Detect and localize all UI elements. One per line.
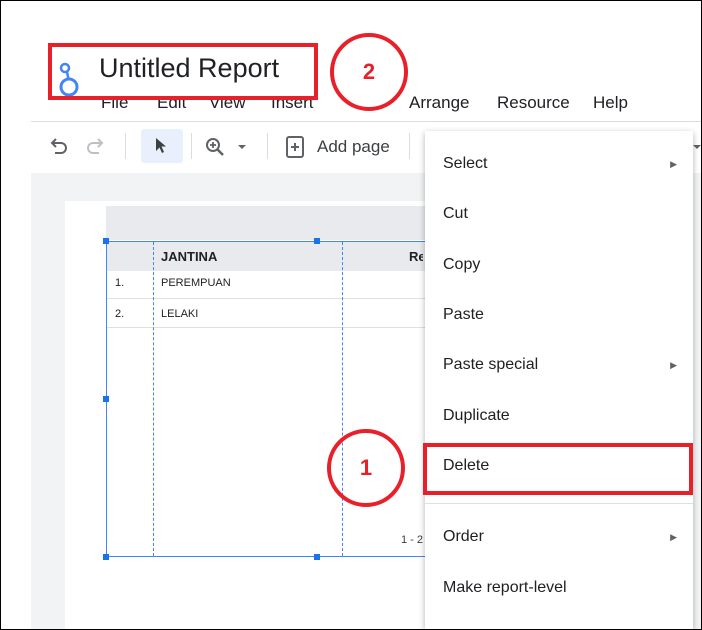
resize-handle[interactable] xyxy=(103,238,109,244)
toolbar-divider xyxy=(31,121,701,122)
annotation-box-title xyxy=(48,43,318,100)
menu-item-paste[interactable]: Paste xyxy=(443,306,484,324)
add-page-icon[interactable] xyxy=(285,135,307,159)
resize-handle[interactable] xyxy=(314,238,320,244)
table-selection-outline[interactable] xyxy=(106,241,455,557)
menu-resource[interactable]: Resource xyxy=(497,93,570,113)
submenu-arrow-icon: ▶ xyxy=(670,159,677,169)
add-page-button[interactable]: Add page xyxy=(317,137,390,157)
annotation-step-2: 2 xyxy=(330,33,408,111)
menu-item-paste-special[interactable]: Paste special xyxy=(443,356,538,374)
menu-item-make-report-level[interactable]: Make report-level xyxy=(443,579,567,597)
toolbar-separator xyxy=(125,133,126,159)
zoom-icon[interactable] xyxy=(203,135,227,159)
submenu-arrow-icon: ▶ xyxy=(670,360,677,370)
context-menu: Select ▶ Cut Copy Paste Paste special ▶ … xyxy=(425,131,693,629)
menu-divider xyxy=(425,503,693,504)
column-guide xyxy=(342,242,343,556)
annotation-step-1: 1 xyxy=(327,429,405,507)
zoom-dropdown-icon[interactable] xyxy=(237,143,247,151)
resize-handle[interactable] xyxy=(103,554,109,560)
toolbar-separator xyxy=(191,133,192,159)
table-top-bar xyxy=(106,206,455,240)
annotation-box-delete xyxy=(423,443,693,495)
redo-icon[interactable] xyxy=(85,135,107,157)
undo-icon[interactable] xyxy=(47,135,69,157)
menu-item-cut[interactable]: Cut xyxy=(443,205,468,223)
menu-item-order[interactable]: Order xyxy=(443,528,484,546)
menu-item-duplicate[interactable]: Duplicate xyxy=(443,407,510,425)
menu-arrange[interactable]: Arrange xyxy=(409,93,469,113)
screenshot-frame: Untitled Report File Edit View Insert Ar… xyxy=(0,0,702,630)
column-guide xyxy=(153,242,154,556)
resize-handle[interactable] xyxy=(314,554,320,560)
toolbar-separator xyxy=(267,133,268,159)
menu-help[interactable]: Help xyxy=(593,93,628,113)
cursor-arrow-icon xyxy=(156,138,166,153)
toolbar-dropdown-icon[interactable] xyxy=(693,143,701,151)
menu-item-select[interactable]: Select xyxy=(443,155,487,173)
toolbar-separator xyxy=(409,133,410,159)
submenu-arrow-icon: ▶ xyxy=(670,532,677,542)
resize-handle[interactable] xyxy=(103,396,109,402)
menu-item-copy[interactable]: Copy xyxy=(443,256,480,274)
